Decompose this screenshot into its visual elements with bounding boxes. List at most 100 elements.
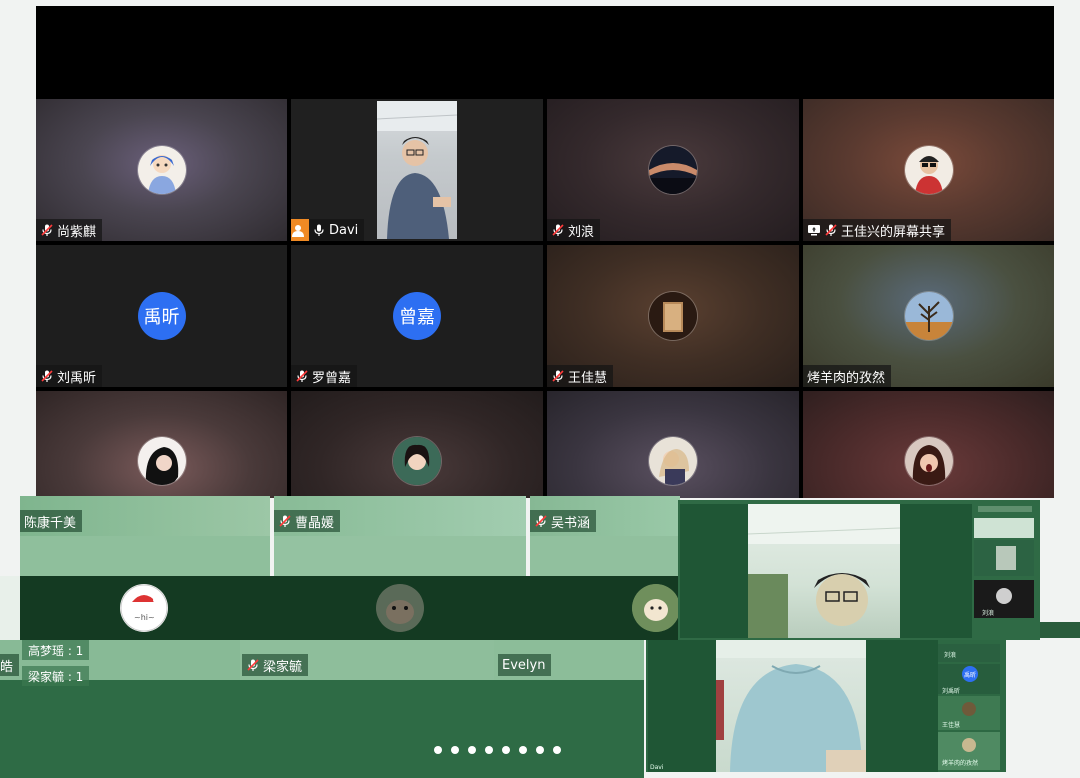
page-dot[interactable] (468, 746, 476, 754)
participant-label: 尚紫麒 (36, 219, 103, 241)
mini-participant-name: 王佳慧 (942, 722, 961, 729)
initials-avatar: 禹昕 (137, 292, 186, 340)
mini-tile[interactable]: 王佳慧 (938, 696, 1000, 730)
chat-entry: 梁家毓 : 1 (22, 666, 90, 686)
participant-name: 曹晶媛 (295, 515, 335, 531)
participant-name: 罗曾嘉 (312, 370, 352, 386)
video-panel (866, 640, 938, 772)
mic-muted-icon (41, 370, 53, 382)
gallery-window: 尚紫麒 Davi 刘浪 王佳兴的屏幕共享 禹昕 刘禹昕 曾嘉 罗曾嘉 王佳慧 烤… (36, 6, 1054, 498)
participant-name: Evelyn (502, 657, 546, 673)
speaker-view-window-2: Davi 刘浪 禹昕 刘禹昕 王佳慧 烤羊肉的孜然 (646, 640, 1006, 772)
video-tile[interactable] (803, 391, 1054, 498)
participant-name: Davi (329, 222, 359, 238)
participant-label: Davi (291, 219, 365, 241)
mini-tile[interactable] (974, 518, 1034, 538)
participant-label: 梁家毓 (242, 654, 309, 676)
avatar (137, 146, 186, 194)
page-dot[interactable] (536, 746, 544, 754)
avatar[interactable] (376, 584, 424, 632)
video-tile[interactable]: 尚紫麒 (36, 99, 287, 241)
mic-muted-icon (41, 224, 53, 236)
green-gallery-window: ~hi~ 陈康千美 曹晶媛 吴书涵 梁家毓 Evelyn 皓 高梦瑶 : 1 梁… (0, 496, 680, 778)
video-panel (648, 640, 716, 772)
mic-muted-icon (825, 224, 837, 236)
video-row (0, 680, 644, 778)
share-screen-icon (808, 225, 820, 236)
page-indicator[interactable] (434, 746, 561, 754)
mini-tile[interactable]: 刘浪 (974, 580, 1034, 618)
speaker-video[interactable] (748, 504, 900, 638)
mini-participant-name: 烤羊肉的孜然 (942, 760, 979, 767)
mini-tile[interactable]: 禹昕 刘禹昕 (938, 664, 1000, 695)
mini-participant-name: 刘浪 (982, 610, 995, 617)
video-tile-active-speaker[interactable]: Davi (291, 99, 543, 241)
participant-label: 曹晶媛 (274, 510, 341, 532)
avatar (649, 437, 697, 485)
avatar (904, 146, 953, 194)
page-dot[interactable] (434, 746, 442, 754)
mini-participant-name: 刘禹昕 (942, 688, 961, 695)
participant-name: 刘禹昕 (57, 370, 97, 386)
avatar (649, 146, 697, 194)
video-tile[interactable] (36, 391, 287, 498)
avatar (137, 437, 186, 485)
video-tile[interactable]: 王佳兴的屏幕共享 (803, 99, 1054, 241)
video-tile[interactable]: 刘浪 (547, 99, 799, 241)
mic-muted-icon (279, 515, 291, 527)
participant-label: 吴书涵 (530, 510, 597, 532)
initials-avatar: 禹昕 (962, 666, 978, 682)
avatar (904, 437, 953, 485)
chat-entry: 高梦瑶 : 1 (22, 640, 90, 660)
avatar (393, 437, 441, 485)
participant-name: 烤羊肉的孜然 (807, 370, 886, 386)
page-dot[interactable] (519, 746, 527, 754)
mini-tile[interactable]: 刘浪 (938, 644, 1000, 662)
avatar[interactable]: ~hi~ (120, 584, 168, 632)
video-feed (376, 101, 458, 239)
avatar[interactable] (632, 584, 680, 632)
speaker-video[interactable] (716, 640, 866, 772)
initials-avatar: 曾嘉 (393, 292, 441, 340)
video-tile[interactable] (530, 536, 680, 576)
mic-icon (314, 224, 324, 236)
video-tile[interactable] (20, 536, 270, 576)
avatar (904, 292, 953, 340)
video-tile[interactable] (547, 391, 799, 498)
participant-name: 尚紫麒 (57, 224, 97, 240)
page-dot[interactable] (451, 746, 459, 754)
mini-participant-name: Davi (650, 764, 664, 771)
mini-tile[interactable]: 烤羊肉的孜然 (938, 732, 1000, 770)
svg-text:~hi~: ~hi~ (134, 613, 155, 622)
video-tile[interactable] (274, 536, 526, 576)
video-tile[interactable]: 曾嘉 罗曾嘉 (291, 245, 543, 387)
participant-label: 王佳慧 (547, 365, 614, 387)
participant-label: 罗曾嘉 (291, 365, 358, 387)
participant-label: 刘浪 (547, 219, 601, 241)
participant-label: 陈康千美 (20, 510, 83, 532)
participant-name: 陈康千美 (24, 515, 77, 531)
person-icon (291, 219, 309, 241)
glitch-strip (0, 576, 20, 640)
participant-label: 刘禹昕 (36, 365, 103, 387)
participant-name: 梁家毓 (263, 659, 303, 675)
mini-participant-name: 刘浪 (944, 652, 957, 659)
page-dot[interactable] (553, 746, 561, 754)
participant-name: 王佳兴的屏幕共享 (841, 224, 946, 240)
speaker-view-window: 刘浪 (678, 500, 1040, 640)
page-dot[interactable] (502, 746, 510, 754)
video-tile[interactable] (291, 391, 543, 498)
mini-header (978, 506, 1032, 512)
participant-label: Evelyn (498, 654, 552, 676)
page-dot[interactable] (485, 746, 493, 754)
video-tile[interactable]: 烤羊肉的孜然 (803, 245, 1054, 387)
video-tile[interactable]: 王佳慧 (547, 245, 799, 387)
mic-muted-icon (247, 659, 259, 671)
mini-tile[interactable] (974, 540, 1034, 576)
participant-name: 皓 (0, 659, 14, 675)
video-panel (900, 504, 972, 638)
mic-muted-icon (535, 515, 547, 527)
participant-name: 王佳慧 (568, 370, 608, 386)
video-tile[interactable]: 禹昕 刘禹昕 (36, 245, 287, 387)
mic-muted-icon (552, 370, 564, 382)
